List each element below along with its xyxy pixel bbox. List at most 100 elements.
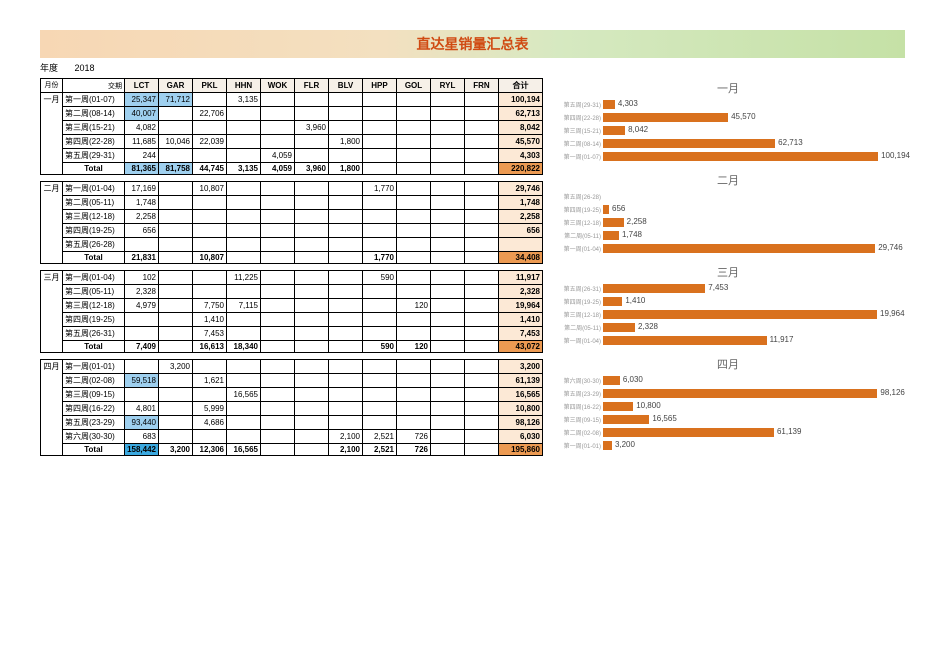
row-sum: 11,917 [499, 271, 543, 285]
data-cell [431, 271, 465, 285]
bar-value: 45,570 [728, 112, 755, 121]
data-cell [431, 182, 465, 196]
data-cell: 11,225 [227, 271, 261, 285]
data-cell [363, 238, 397, 252]
data-cell: 16,565 [227, 388, 261, 402]
data-cell [193, 430, 227, 444]
bar-track: 16,565 [603, 415, 905, 424]
bar-fill: 656 [603, 205, 609, 214]
week-label: 第五周(29-31) [63, 149, 125, 163]
table-row: 第二周(05-11)2,3282,328 [41, 285, 543, 299]
bar-row: 第五周(23-29) 98,126 [551, 387, 905, 399]
header-col-6: BLV [329, 79, 363, 93]
data-cell [431, 135, 465, 149]
data-cell [193, 360, 227, 374]
week-label: 第三周(09-15) [63, 388, 125, 402]
data-cell: 3,135 [227, 93, 261, 107]
data-cell [261, 121, 295, 135]
data-cell [159, 238, 193, 252]
data-cell [329, 93, 363, 107]
bar-track: 4,303 [603, 100, 905, 109]
data-cell: 25,347 [125, 93, 159, 107]
data-cell: 22,039 [193, 135, 227, 149]
data-cell [431, 402, 465, 416]
data-cell [261, 313, 295, 327]
data-cell [261, 327, 295, 341]
row-sum: 45,570 [499, 135, 543, 149]
bar-row: 第三周(09-15)16,565 [551, 413, 905, 425]
month-table: 月份交期LCTGARPKLHHNWOKFLRBLVHPPGOLRYLFRN合计一… [40, 78, 543, 175]
header-col-0: LCT [125, 79, 159, 93]
data-cell: 683 [125, 430, 159, 444]
total-cell [227, 252, 261, 264]
data-cell [261, 210, 295, 224]
data-cell [465, 299, 499, 313]
data-cell [159, 327, 193, 341]
chart-block: 四月第六周(30-30)6,030第五周(23-29)98,126第四周(16-… [551, 354, 905, 451]
bar-fill: 8,042 [603, 126, 625, 135]
data-cell [363, 93, 397, 107]
header-month: 月份 [41, 79, 63, 93]
data-cell [227, 182, 261, 196]
data-cell [159, 182, 193, 196]
data-cell: 59,518 [125, 374, 159, 388]
data-cell [363, 327, 397, 341]
bar-row: 第一周(01-04)29,746 [551, 242, 905, 254]
bar-fill: 2,328 [603, 323, 635, 332]
total-cell [295, 252, 329, 264]
week-label: 第一周(01-01) [63, 360, 125, 374]
data-cell [329, 121, 363, 135]
header-col-3: HHN [227, 79, 261, 93]
bar-category: 第五周(23-29) [551, 389, 603, 398]
bar-fill: 11,917 [603, 336, 767, 345]
bar-value: 98,126 [877, 388, 904, 397]
data-cell [159, 374, 193, 388]
bar-row: 第二周(08-14)62,713 [551, 137, 905, 149]
table-row: 四月第一周(01-01)3,2003,200 [41, 360, 543, 374]
data-cell [159, 121, 193, 135]
bar-track: 11,917 [603, 336, 905, 345]
data-cell [295, 135, 329, 149]
table-row: 第四周(19-25)656656 [41, 224, 543, 238]
data-cell [397, 121, 431, 135]
page-title: 直达星销量汇总表 [40, 30, 905, 58]
data-cell [397, 210, 431, 224]
row-sum: 1,410 [499, 313, 543, 327]
data-cell [363, 210, 397, 224]
bar-category: 第二周(02-08) [551, 428, 603, 437]
data-cell [431, 388, 465, 402]
bar-track: 100,194 [603, 152, 905, 161]
data-cell [159, 224, 193, 238]
total-cell: 18,340 [227, 341, 261, 353]
data-cell [397, 271, 431, 285]
header-col-7: HPP [363, 79, 397, 93]
data-cell [329, 360, 363, 374]
tables-area: 月份交期LCTGARPKLHHNWOKFLRBLVHPPGOLRYLFRN合计一… [40, 78, 543, 462]
data-cell [363, 149, 397, 163]
data-cell [397, 93, 431, 107]
bar-value: 29,746 [875, 243, 902, 252]
data-cell [329, 182, 363, 196]
data-cell [193, 388, 227, 402]
data-cell [261, 107, 295, 121]
total-cell [397, 252, 431, 264]
data-cell [329, 107, 363, 121]
total-cell: 1,770 [363, 252, 397, 264]
data-cell [329, 196, 363, 210]
bar-category: 第三周(12-18) [551, 218, 603, 227]
week-label: 第四周(19-25) [63, 313, 125, 327]
data-cell [465, 107, 499, 121]
week-label: 第三周(15-21) [63, 121, 125, 135]
data-cell [125, 327, 159, 341]
data-cell: 4,801 [125, 402, 159, 416]
row-sum: 2,258 [499, 210, 543, 224]
total-cell: 81,365 [125, 163, 159, 175]
data-cell [465, 182, 499, 196]
data-cell [159, 149, 193, 163]
data-cell [397, 374, 431, 388]
data-cell [465, 388, 499, 402]
bar-category: 第二周(05-11) [551, 323, 603, 332]
bar-value: 11,917 [767, 335, 794, 344]
data-cell [295, 374, 329, 388]
data-cell [295, 196, 329, 210]
